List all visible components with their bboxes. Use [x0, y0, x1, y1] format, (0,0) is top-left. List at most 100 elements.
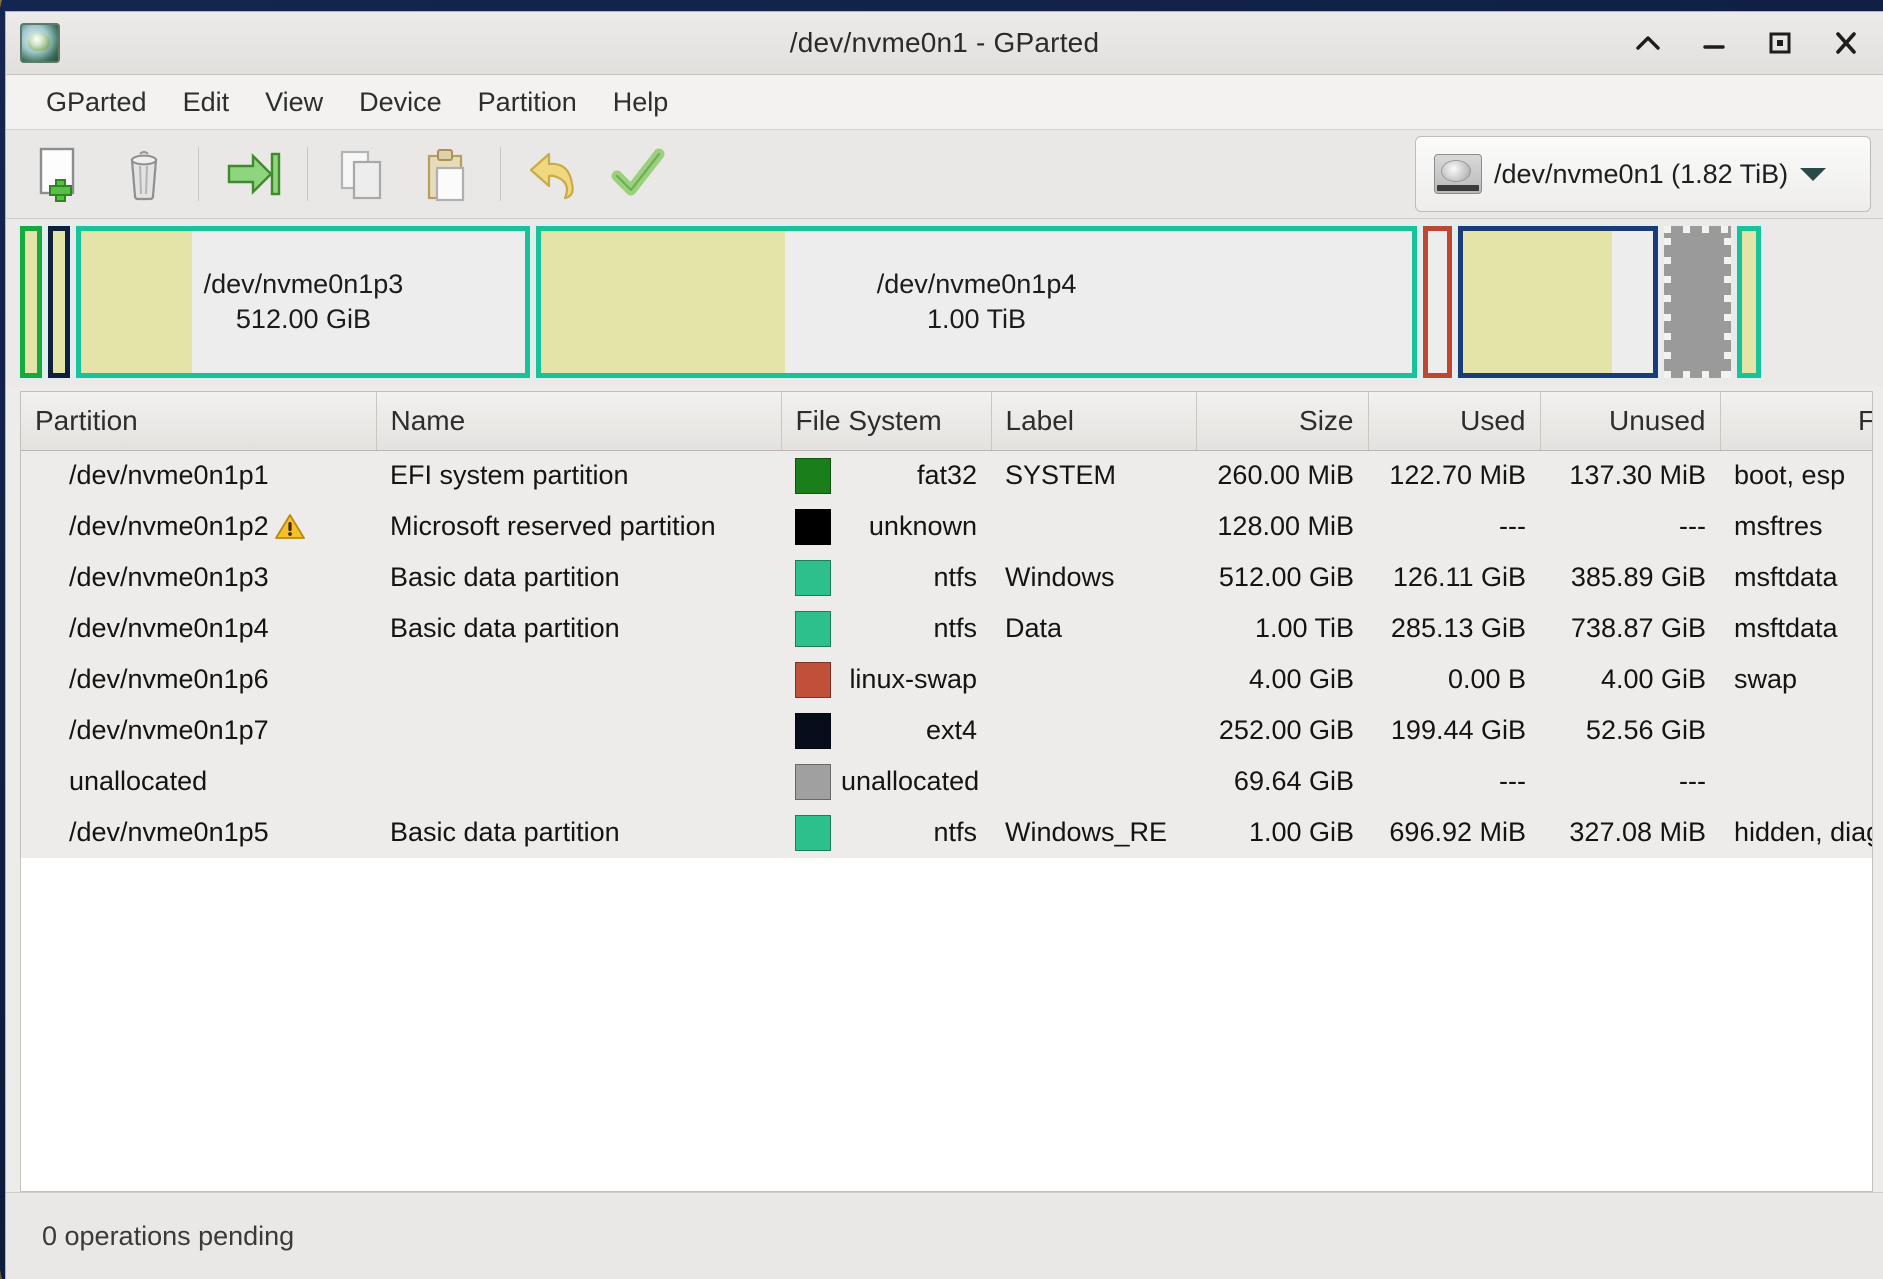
arrow-to-bar-icon — [227, 152, 281, 196]
disk-graphic[interactable]: /dev/nvme0n1p3 512.00 GiB/dev/nvme0n1p4 1.… — [6, 219, 1883, 387]
column-header-partition[interactable]: Partition — [21, 392, 377, 451]
cell-unused: --- — [1540, 756, 1720, 807]
disk-graphic-partition[interactable] — [1735, 224, 1764, 380]
column-header-name[interactable]: Name — [376, 392, 782, 451]
filesystem-name-text: unallocated — [841, 766, 980, 796]
new-document-plus-icon — [39, 147, 75, 202]
column-header-size[interactable]: Size — [1196, 392, 1369, 451]
toolbar-separator — [198, 147, 199, 201]
cell-name: EFI system partition — [376, 450, 781, 501]
cell-used: 0.00 B — [1368, 654, 1540, 705]
table-row[interactable]: /dev/nvme0n1p2 Microsoft reserved partiti… — [21, 501, 1872, 552]
disk-graphic-partition[interactable] — [17, 224, 45, 380]
toolbar-separator — [500, 147, 501, 201]
close-button[interactable] — [1831, 28, 1861, 58]
cell-label — [991, 756, 1196, 807]
disk-graphic-partition-label: /dev/nvme0n1p4 1.00 TiB — [541, 267, 1411, 336]
cell-filesystem: linux-swap — [781, 654, 991, 705]
column-header-flags[interactable]: Flags — [1720, 392, 1872, 451]
toolbar-separator — [307, 147, 308, 201]
partition-fill — [1664, 226, 1732, 378]
menu-gparted[interactable]: GParted — [28, 81, 165, 124]
menu-device[interactable]: Device — [341, 81, 460, 124]
paste-button[interactable] — [404, 139, 488, 209]
window-title: /dev/nvme0n1 - GParted — [789, 27, 1100, 58]
copy-button[interactable] — [320, 139, 404, 209]
cell-name: Basic data partition — [376, 552, 781, 603]
filesystem-color-swatch — [795, 712, 831, 749]
menu-bar: GParted Edit View Device Partition Help — [6, 75, 1883, 130]
cell-label: SYSTEM — [991, 450, 1196, 501]
minimize-button[interactable] — [1699, 28, 1729, 58]
cell-filesystem: ext4 — [781, 705, 991, 756]
cell-label — [991, 654, 1196, 705]
cell-label: Windows — [991, 552, 1196, 603]
column-header-label[interactable]: Label — [991, 392, 1197, 451]
disk-graphic-partition[interactable]: /dev/nvme0n1p3 512.00 GiB — [74, 224, 533, 380]
cell-flags: swap — [1720, 654, 1872, 705]
cell-used: --- — [1368, 756, 1540, 807]
new-partition-button[interactable] — [18, 139, 102, 209]
cell-filesystem: fat32 — [781, 450, 991, 501]
column-header-used[interactable]: Used — [1368, 392, 1541, 451]
partition-used-bar — [53, 231, 66, 373]
shade-button[interactable] — [1633, 28, 1663, 58]
maximize-button[interactable] — [1765, 28, 1795, 58]
cell-name: Microsoft reserved partition — [376, 501, 781, 552]
table-row[interactable]: unallocated unallocated 69.64 GiB --- --- — [21, 756, 1872, 807]
table-header-row: Partition Name File System Label Size Us… — [21, 392, 1872, 451]
partition-fill — [1427, 231, 1448, 373]
table-row[interactable]: /dev/nvme0n1p7 ext4 252.00 GiB 199.44 GiB 52… — [21, 705, 1872, 756]
device-selector[interactable]: /dev/nvme0n1 (1.82 TiB) — [1415, 136, 1871, 212]
filesystem-color-swatch — [795, 610, 831, 647]
menu-help[interactable]: Help — [595, 81, 687, 124]
table-row[interactable]: /dev/nvme0n1p3 Basic data partition ntfs Wi… — [21, 552, 1872, 603]
trash-icon — [130, 150, 158, 201]
cell-partition: /dev/nvme0n1p4 — [21, 603, 376, 654]
disk-graphic-partition-size: 1.00 TiB — [927, 304, 1027, 334]
title-bar: /dev/nvme0n1 - GParted — [6, 12, 1883, 75]
menu-partition[interactable]: Partition — [460, 81, 595, 124]
disk-graphic-partition[interactable] — [1664, 226, 1732, 378]
gparted-window: /dev/nvme0n1 - GParted GParted Edit View… — [6, 12, 1883, 1279]
filesystem-name-text: ntfs — [933, 613, 977, 643]
filesystem-name-text: ntfs — [933, 562, 977, 592]
undo-button[interactable] — [513, 139, 597, 209]
disk-graphic-partition[interactable] — [1420, 224, 1455, 380]
cell-unused: 4.00 GiB — [1540, 654, 1720, 705]
resize-move-button[interactable] — [211, 139, 295, 209]
cell-partition: /dev/nvme0n1p2 — [21, 501, 376, 552]
cell-partition: unallocated — [21, 756, 376, 807]
table-row[interactable]: /dev/nvme0n1p4 Basic data partition ntfs Da… — [21, 603, 1872, 654]
cell-name — [376, 705, 781, 756]
menu-edit[interactable]: Edit — [165, 81, 248, 124]
cell-size: 512.00 GiB — [1196, 552, 1368, 603]
cell-used: --- — [1368, 501, 1540, 552]
partition-path-text: unallocated — [69, 766, 208, 796]
delete-partition-button[interactable] — [102, 139, 186, 209]
copy-icon — [340, 150, 382, 200]
cell-partition: /dev/nvme0n1p7 — [21, 705, 376, 756]
cell-size: 4.00 GiB — [1196, 654, 1368, 705]
cell-unused: --- — [1540, 501, 1720, 552]
cell-flags — [1720, 705, 1872, 756]
cell-flags: msftdata — [1720, 552, 1872, 603]
apply-button[interactable] — [597, 139, 681, 209]
disk-graphic-partition[interactable] — [1456, 224, 1661, 380]
cell-partition: /dev/nvme0n1p1 — [21, 450, 376, 501]
hard-disk-icon — [1434, 154, 1482, 194]
cell-size: 1.00 GiB — [1196, 807, 1368, 858]
warning-triangle-icon[interactable] — [274, 513, 305, 540]
table-row[interactable]: /dev/nvme0n1p5 Basic data partition ntfs Wi… — [21, 807, 1872, 858]
disk-graphic-partition[interactable]: /dev/nvme0n1p4 1.00 TiB — [534, 224, 1419, 380]
table-row[interactable]: /dev/nvme0n1p1 EFI system partition fat32 S… — [21, 450, 1872, 501]
disk-graphic-partition[interactable] — [46, 224, 73, 380]
disk-graphic-partition-path: /dev/nvme0n1p4 — [876, 269, 1077, 300]
table-row[interactable]: /dev/nvme0n1p6 linux-swap 4.00 GiB 0.00 B 4.… — [21, 654, 1872, 705]
column-header-unused[interactable]: Unused — [1540, 392, 1721, 451]
column-header-filesystem[interactable]: File System — [781, 392, 992, 451]
menu-view[interactable]: View — [247, 81, 341, 124]
table-body: /dev/nvme0n1p1 EFI system partition fat32 S… — [21, 450, 1872, 858]
undo-arrow-icon — [529, 152, 574, 200]
clipboard-paste-icon — [427, 149, 465, 202]
